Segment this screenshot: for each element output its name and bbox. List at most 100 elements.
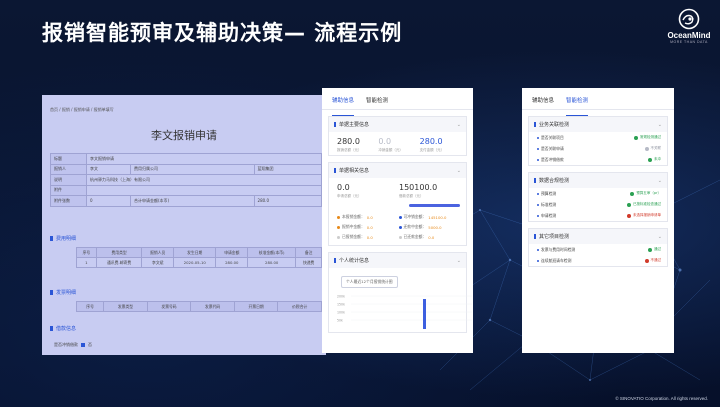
logo-tagline: MORE THAN DATA	[670, 40, 708, 44]
reimburse-total-label: 报销总额（元）	[337, 148, 362, 152]
check-label: 连续航班请车检测	[541, 257, 572, 263]
check-pass-icon	[630, 191, 635, 196]
stat-value: 0.0	[366, 234, 373, 240]
check-neutral-icon	[644, 146, 649, 151]
attachment-count-field[interactable]: 0	[86, 195, 131, 207]
column-header: 发生日期	[173, 247, 217, 258]
chart-bar	[423, 299, 426, 329]
column-header: 核准金额(本币)	[247, 247, 297, 258]
section-title: 费用明细	[56, 236, 77, 242]
tab-smart-check[interactable]: 智能检测	[366, 96, 388, 109]
logo-name: OceanMind	[667, 31, 711, 40]
chevron-down-icon[interactable]: ⌄	[457, 258, 461, 264]
expense-form-panel: 首页 / 报销 / 报销申请 / 报销单填写 李文报销申请 标题 李文报销申请 …	[42, 95, 326, 355]
compliance-check-card: 数据合规检测 ⌄ 预算检测 预算五审（pr） 标准检测 已按标准检查通过 申请检…	[528, 172, 668, 222]
column-header: 开票日期	[233, 301, 279, 312]
stats-period-pill[interactable]: 个人最近12个月报销统计图	[341, 276, 398, 288]
budget-item: 150100.0 借款总额（元）	[399, 183, 461, 199]
check-label: 预算检测	[541, 190, 557, 196]
check-fail-icon	[644, 258, 649, 263]
summary-item: 280.0 支付金额（元）	[420, 137, 461, 153]
column-header: 序号	[76, 247, 97, 258]
chevron-down-icon[interactable]: ⌄	[457, 168, 461, 174]
y-tick-label: 150k	[337, 303, 345, 307]
description-field[interactable]: 杭州驿力马科技（上海）有限公司	[86, 174, 322, 186]
stat-value: 145100.0	[428, 214, 447, 220]
form-row-count: 附件张数 0 合计申请金额(本币) 280.0	[50, 195, 323, 207]
section-marker	[334, 168, 336, 173]
form-row-claimant: 报销人 李文 费用归属公司 蓝翔集团	[50, 163, 323, 175]
form-fields-table: 标题 李文报销申请 报销人 李文 费用归属公司 蓝翔集团 说明 杭州驿力马科技（…	[50, 153, 323, 207]
check-fail-icon	[627, 213, 631, 218]
chevron-down-icon[interactable]: ⌄	[658, 178, 662, 184]
bullet-icon	[537, 214, 539, 217]
form-row-title: 标题 李文报销申请	[50, 153, 322, 165]
stat-value: 0.0	[366, 224, 373, 230]
table-cell: 280.00	[215, 257, 249, 268]
tab-assist-info[interactable]: 辅助信息	[332, 96, 355, 116]
attachment-field[interactable]	[86, 184, 322, 196]
card-header[interactable]: 其它项目检测 ⌄	[529, 229, 667, 244]
table-cell: 1	[76, 257, 97, 268]
smart-check-panel: 辅助信息 智能检测 业务关联检测 ⌄ 是否关联项目 常规检测通过 是否关联申请 …	[522, 88, 674, 353]
table-cell: 280.00	[247, 257, 297, 268]
check-status: 未选择报销申请单	[633, 213, 661, 217]
loan-offset-checkbox[interactable]	[81, 343, 85, 347]
card-title: 业务关联检测	[539, 122, 570, 128]
chevron-down-icon[interactable]: ⌄	[658, 234, 662, 240]
expense-table: 序号 费用类型 报销人员 发生日期 申请金额 核准金额(本币) 备注 1 通讯费…	[76, 247, 322, 268]
table-row[interactable]: 1 通讯费-邮寄费 李文斌 2020-05-10 280.00 280.00 快…	[76, 257, 322, 268]
card-title: 单据相关信息	[339, 168, 370, 174]
budget-stats: 本报销金额： 0.0 可冲销金额： 145100.0 报销中金额： 0.0 还款中金额…	[329, 210, 466, 245]
table-cell: 通讯费-邮寄费	[95, 257, 143, 268]
card-header[interactable]: 业务关联检测 ⌄	[529, 117, 667, 132]
payment-amount-value: 280.0	[419, 137, 443, 146]
payment-amount-label: 支付金额（元）	[419, 148, 445, 152]
card-header[interactable]: 单据相关信息 ⌄	[329, 163, 466, 178]
section-marker	[534, 234, 536, 239]
check-status: 常规检测通过	[640, 135, 661, 139]
chevron-down-icon[interactable]: ⌄	[457, 122, 461, 128]
check-label: 标准检测	[541, 201, 557, 207]
check-status: 不关联	[650, 146, 662, 150]
table-header: 序号 发票类型 发票号码 发票代码 开票日期 价税合计	[75, 301, 322, 312]
section-marker	[50, 290, 53, 295]
apply-total-label: 申请总额（元）	[337, 194, 362, 198]
chart-svg: 200k 150k 100k 50k	[337, 295, 472, 329]
column-header: 价税合计	[277, 301, 322, 312]
copyright-text: © SINOVATIO Corporation. All rights rese…	[615, 396, 708, 401]
claimant-field[interactable]: 李文	[86, 163, 131, 175]
summary-card: 单据主要信息 ⌄ 280.0 报销总额（元） 0.0 冲销金额（元） 280.0…	[328, 116, 467, 156]
form-row-desc: 说明 杭州驿力马科技（上海）有限公司	[50, 174, 322, 186]
bullet-icon	[537, 248, 539, 251]
loan-total-label: 借款总额（元）	[399, 194, 424, 198]
section-marker	[50, 326, 53, 331]
card-header[interactable]: 数据合规检测 ⌄	[529, 173, 667, 188]
card-header[interactable]: 个人统计信息 ⌄	[329, 253, 466, 268]
field-label: 标题	[50, 153, 87, 165]
invoice-table: 序号 发票类型 发票号码 发票代码 开票日期 价税合计	[75, 301, 322, 312]
chevron-down-icon[interactable]: ⌄	[658, 122, 662, 128]
tab-assist-info[interactable]: 辅助信息	[532, 96, 554, 109]
bullet-icon	[537, 147, 539, 150]
card-header[interactable]: 单据主要信息 ⌄	[329, 117, 466, 132]
field-label: 合计申请金额(本币)	[129, 195, 255, 207]
bullet-icon	[537, 203, 539, 206]
personal-stats-card: 个人统计信息 ⌄ 个人最近12个月报销统计图 200k 150k 100k 50…	[328, 252, 472, 333]
bullet-icon	[537, 136, 539, 139]
table-header: 序号 费用类型 报销人员 发生日期 申请金额 核准金额(本币) 备注	[76, 247, 322, 258]
column-header: 发票代码	[190, 301, 235, 312]
oceanmind-logo-icon	[678, 8, 700, 30]
column-header: 申请金额	[215, 247, 249, 258]
total-amount-field: 280.0	[253, 195, 323, 207]
check-status: 已按标准检查通过	[633, 202, 661, 206]
title-field[interactable]: 李文报销申请	[86, 153, 322, 165]
status-dot	[337, 215, 340, 219]
tab-smart-check[interactable]: 智能检测	[566, 96, 589, 116]
company-field[interactable]: 蓝翔集团	[253, 163, 323, 175]
bullet-icon	[537, 158, 539, 161]
bullet-icon	[537, 192, 539, 195]
column-header: 费用类型	[95, 247, 143, 258]
column-header: 发票类型	[103, 301, 148, 312]
summary-item: 0.0 冲销金额（元）	[378, 137, 419, 153]
